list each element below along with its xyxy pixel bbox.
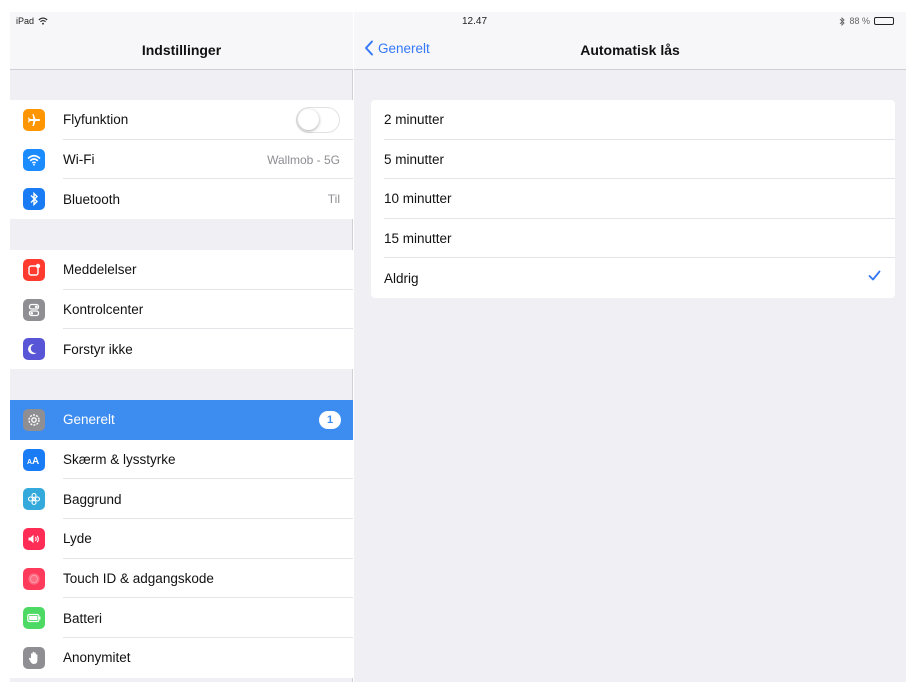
option-5-minutes[interactable]: 5 minutter: [371, 140, 895, 180]
speaker-icon: [23, 527, 45, 550]
battery-status-icon: [874, 17, 894, 25]
option-10-minutes[interactable]: 10 minutter: [371, 179, 895, 219]
fingerprint-icon: [23, 567, 45, 590]
sidebar-item-label: Meddelelser: [63, 262, 137, 278]
sidebar-item-flyfunktion[interactable]: Flyfunktion: [10, 100, 353, 140]
sidebar-title: Indstillinger: [141, 42, 222, 58]
battery-percent: 88 %: [849, 16, 870, 26]
sidebar-item-baggrund[interactable]: Baggrund: [10, 479, 353, 520]
airplane-icon: [23, 108, 45, 131]
settings-sidebar: Indstillinger Flyfunktion Wi-Fi Wallmob …: [10, 12, 353, 682]
bluetooth-status-value: Til: [327, 192, 340, 207]
wallpaper-icon: [23, 488, 45, 511]
sidebar-item-label: Generelt: [63, 412, 115, 428]
bluetooth-icon: [23, 188, 45, 211]
auto-lock-options: 2 minutter 5 minutter 10 minutter 15 min…: [371, 100, 895, 298]
control-center-icon: [23, 298, 45, 321]
sidebar-group-general: Generelt 1 AA Skærm & lysstyrke Baggrund…: [10, 400, 353, 678]
status-right: 88 %: [839, 16, 894, 26]
sidebar-item-skaerm-lysstyrke[interactable]: AA Skærm & lysstyrke: [10, 440, 353, 480]
checkmark-icon: [868, 270, 881, 281]
sidebar-item-anonymitet[interactable]: Anonymitet: [10, 638, 353, 678]
sidebar-item-label: Touch ID & adgangskode: [63, 571, 214, 587]
detail-title: Automatisk lås: [580, 42, 680, 58]
sidebar-item-forstyr-ikke[interactable]: Forstyr ikke: [10, 329, 353, 369]
sidebar-item-label: Lyde: [63, 531, 92, 547]
sidebar-item-label: Bluetooth: [63, 191, 121, 207]
option-never[interactable]: Aldrig: [371, 258, 895, 298]
option-label: Aldrig: [384, 270, 419, 286]
wifi-network-value: Wallmob - 5G: [267, 152, 340, 167]
sidebar-item-touch-id[interactable]: Touch ID & adgangskode: [10, 559, 353, 599]
sidebar-group-notifications: Meddelelser Kontrolcenter Forstyr ikke: [10, 250, 353, 370]
back-button-label: Generelt: [378, 40, 430, 56]
sidebar-item-label: Wi-Fi: [63, 152, 95, 168]
toggle-knob: [298, 108, 319, 130]
sidebar-item-generelt[interactable]: Generelt 1: [10, 400, 353, 440]
option-2-minutes[interactable]: 2 minutter: [371, 100, 895, 140]
device-name: iPad: [16, 16, 35, 26]
moon-icon: [23, 338, 45, 361]
sidebar-item-meddelelser[interactable]: Meddelelser: [10, 250, 353, 290]
sidebar-item-label: Forstyr ikke: [63, 341, 133, 357]
wifi-signal-icon: [38, 17, 48, 25]
sidebar-item-label: Skærm & lysstyrke: [63, 452, 176, 468]
svg-text:A: A: [32, 456, 39, 466]
option-label: 15 minutter: [384, 231, 452, 247]
sidebar-item-batteri[interactable]: Batteri: [10, 598, 353, 639]
wifi-icon: [23, 148, 45, 171]
update-badge: 1: [319, 410, 341, 429]
notifications-icon: [23, 258, 45, 281]
status-left: iPad: [16, 16, 48, 26]
sidebar-item-label: Anonymitet: [63, 650, 131, 666]
back-button[interactable]: Generelt: [364, 40, 430, 56]
sidebar-item-label: Baggrund: [63, 491, 122, 507]
airplane-mode-toggle[interactable]: [296, 106, 340, 133]
sidebar-item-lyde[interactable]: Lyde: [10, 519, 353, 559]
sidebar-item-wifi[interactable]: Wi-Fi Wallmob - 5G: [10, 140, 353, 180]
option-label: 10 minutter: [384, 191, 452, 207]
chevron-left-icon: [365, 40, 373, 56]
option-label: 5 minutter: [384, 151, 445, 167]
bluetooth-status-icon: [840, 16, 846, 26]
sidebar-item-label: Batteri: [63, 610, 103, 626]
display-brightness-icon: AA: [23, 448, 45, 471]
auto-lock-detail-pane: Automatisk lås Generelt 2 minutter 5 min…: [354, 12, 906, 682]
status-bar: iPad 12.47 88 %: [10, 12, 906, 32]
sidebar-group-connectivity: Flyfunktion Wi-Fi Wallmob - 5G Bluetooth…: [10, 100, 353, 220]
gear-icon: [23, 408, 45, 431]
option-15-minutes[interactable]: 15 minutter: [371, 219, 895, 259]
sidebar-item-label: Flyfunktion: [63, 112, 129, 128]
sidebar-item-kontrolcenter[interactable]: Kontrolcenter: [10, 290, 353, 330]
sidebar-item-bluetooth[interactable]: Bluetooth Til: [10, 179, 353, 219]
option-label: 2 minutter: [384, 112, 445, 128]
hand-icon: [23, 646, 45, 669]
status-time: 12.47: [462, 16, 488, 27]
battery-icon: [23, 607, 45, 630]
sidebar-item-label: Kontrolcenter: [63, 302, 144, 318]
